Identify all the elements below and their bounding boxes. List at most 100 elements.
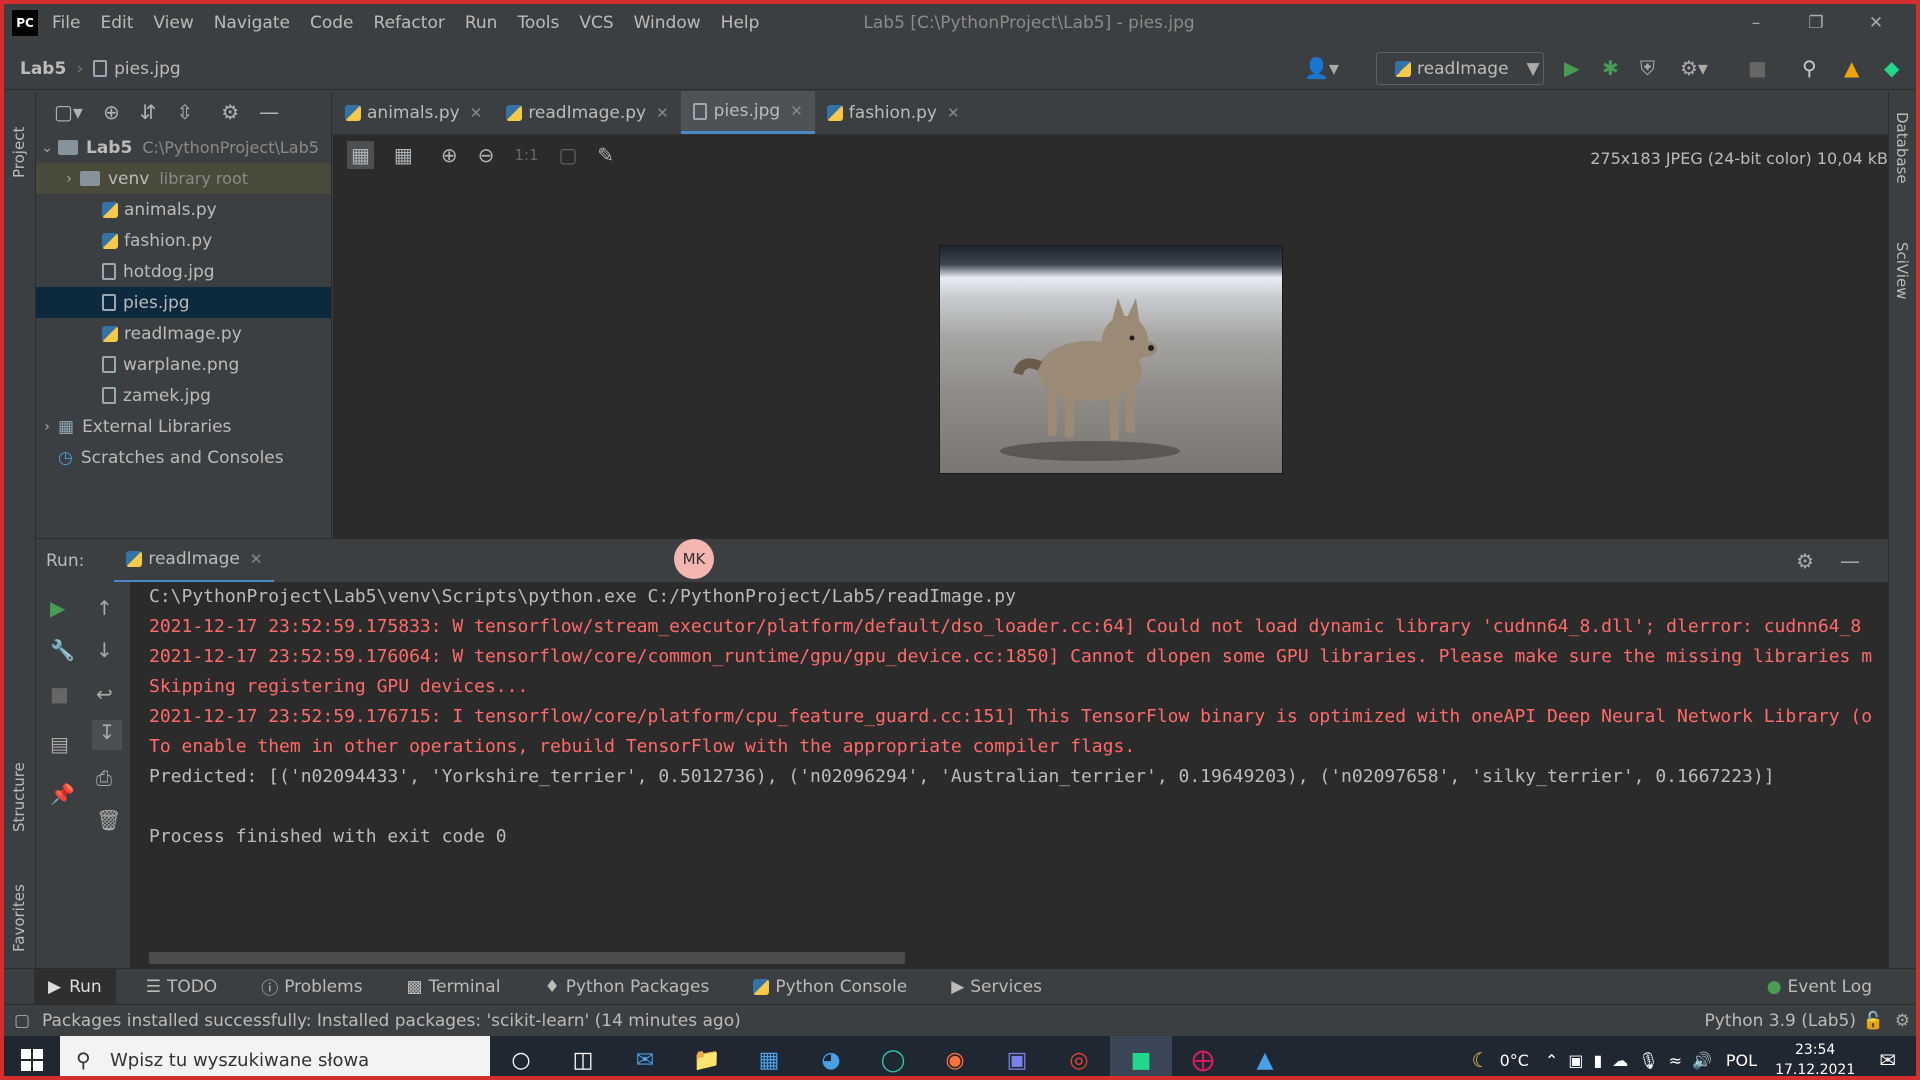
rerun-icon[interactable]: ▶ xyxy=(50,596,65,620)
breadcrumb-project[interactable]: Lab5 xyxy=(20,59,66,79)
interpreter-selector[interactable]: Python 3.9 (Lab5) xyxy=(1704,1011,1856,1031)
gear-icon[interactable]: ⚙ xyxy=(221,100,239,124)
menu-help[interactable]: Help xyxy=(721,13,760,33)
menu-window[interactable]: Window xyxy=(634,13,701,33)
cortana-icon[interactable]: ○ xyxy=(490,1036,552,1076)
collapse-all-icon[interactable]: ⇳ xyxy=(176,100,193,124)
task-view-icon[interactable]: ◫ xyxy=(552,1036,614,1076)
menu-run[interactable]: Run xyxy=(465,13,498,33)
wrench-icon[interactable]: 🔧 xyxy=(50,638,75,662)
run-configuration-select[interactable]: readImage ▼ xyxy=(1376,52,1544,85)
fit-zoom-icon[interactable]: ▢ xyxy=(558,143,577,167)
tree-file-warplane[interactable]: warplane.png xyxy=(36,349,331,380)
tree-file-readimage[interactable]: readImage.py xyxy=(36,318,331,349)
chevron-up-icon[interactable]: ⌃ xyxy=(1545,1051,1558,1070)
close-tab-icon[interactable]: ✕ xyxy=(790,102,803,120)
tab-fashion[interactable]: fashion.py ✕ xyxy=(815,91,972,134)
tab-services[interactable]: ▶ Services xyxy=(937,969,1056,1005)
tab-python-packages[interactable]: ♦ Python Packages xyxy=(530,969,723,1005)
temperature[interactable]: 0°C xyxy=(1500,1051,1529,1070)
pycharm-taskbar-icon[interactable]: ■ xyxy=(1110,1036,1172,1076)
menu-navigate[interactable]: Navigate xyxy=(214,13,290,33)
database-tool-button[interactable]: Database xyxy=(1893,112,1911,184)
trash-icon[interactable]: 🗑 xyxy=(96,808,121,832)
taskbar-search-input[interactable]: ⚲ Wpisz tu wyszukiwane słowa xyxy=(60,1036,490,1076)
tab-todo[interactable]: ☰ TODO xyxy=(132,969,232,1005)
clock[interactable]: 23:54 17.12.2021 xyxy=(1775,1040,1855,1076)
edge-icon[interactable]: ◯ xyxy=(862,1036,924,1076)
zoom-in-icon[interactable]: ⊕ xyxy=(441,143,458,167)
close-tab-icon[interactable]: ✕ xyxy=(947,104,960,122)
panel-toggle-icon[interactable]: ▢ xyxy=(14,1011,30,1031)
sciview-tool-button[interactable]: SciView xyxy=(1893,242,1911,300)
arrow-up-icon[interactable]: ↑ xyxy=(96,596,113,620)
structure-tool-button[interactable]: Structure xyxy=(10,732,28,832)
breadcrumb-file[interactable]: pies.jpg xyxy=(114,59,181,79)
teams-icon[interactable]: ▣ xyxy=(986,1036,1048,1076)
minimize-icon[interactable]: – xyxy=(1726,13,1786,33)
close-icon[interactable]: ✕ xyxy=(1846,13,1906,33)
tab-animals[interactable]: animals.py ✕ xyxy=(333,91,494,134)
hide-panel-icon[interactable]: — xyxy=(259,100,279,124)
debug-icon[interactable]: ✱ xyxy=(1602,56,1619,80)
locate-icon[interactable]: ⊕ xyxy=(103,100,120,124)
user-icon[interactable]: 👤▾ xyxy=(1304,56,1339,80)
run-tab-readimage[interactable]: readImage ✕ xyxy=(114,539,275,583)
microphone-icon[interactable]: 🎙 xyxy=(1638,1051,1658,1070)
device-icon[interactable]: ▣ xyxy=(1568,1051,1583,1070)
tree-venv[interactable]: › venv library root xyxy=(36,163,331,194)
tree-external-libraries[interactable]: › ▦ External Libraries xyxy=(36,411,331,442)
update-icon[interactable]: ▲ xyxy=(1844,56,1859,80)
photos-icon[interactable]: ▲ xyxy=(1234,1036,1296,1076)
tree-scratches[interactable]: ◷ Scratches and Consoles xyxy=(36,442,331,473)
chevron-down-icon[interactable]: ⌄ xyxy=(36,140,58,156)
print-icon[interactable]: ⎙ xyxy=(96,766,112,790)
expand-all-icon[interactable]: ⇵ xyxy=(140,100,157,124)
windows-start-icon[interactable] xyxy=(4,1036,60,1076)
chevron-right-icon[interactable]: › xyxy=(58,171,80,187)
zoom-out-icon[interactable]: ⊖ xyxy=(478,143,495,167)
search-icon[interactable]: ⚲ xyxy=(1802,56,1817,80)
close-tab-icon[interactable]: ✕ xyxy=(250,550,263,568)
tab-pies-active[interactable]: pies.jpg ✕ xyxy=(680,91,815,134)
actual-size-icon[interactable]: 1:1 xyxy=(514,146,538,164)
view-mode-icon[interactable]: ▢▾ xyxy=(54,100,83,124)
memory-icon[interactable]: ⚙ xyxy=(1895,1011,1910,1031)
tab-python-console[interactable]: Python Console xyxy=(739,969,921,1005)
gear-icon[interactable]: ⚙ xyxy=(1796,549,1814,573)
coverage-icon[interactable]: ⛨ xyxy=(1640,56,1655,80)
tree-file-hotdog[interactable]: hotdog.jpg xyxy=(36,256,331,287)
battery-icon[interactable]: ▮ xyxy=(1593,1051,1602,1070)
chevron-right-icon[interactable]: › xyxy=(36,419,58,435)
pin-icon[interactable]: 📌 xyxy=(50,782,75,806)
close-tab-icon[interactable]: ✕ xyxy=(470,104,483,122)
tree-file-fashion[interactable]: fashion.py xyxy=(36,225,331,256)
restore-icon[interactable]: ❐ xyxy=(1786,13,1846,33)
tab-readimage[interactable]: readImage.py ✕ xyxy=(494,91,680,134)
firefox-icon[interactable]: ◉ xyxy=(924,1036,986,1076)
tab-event-log[interactable]: ● Event Log xyxy=(1753,969,1886,1005)
tree-file-zamek[interactable]: zamek.jpg xyxy=(36,380,331,411)
stop-icon[interactable]: ■ xyxy=(1748,56,1767,80)
file-explorer-icon[interactable]: 📁 xyxy=(676,1036,738,1076)
tab-terminal[interactable]: ▩ Terminal xyxy=(393,969,515,1005)
cloud-icon[interactable]: ☁ xyxy=(1612,1051,1628,1070)
layout-icon[interactable]: ▤ xyxy=(50,732,69,756)
tab-run[interactable]: ▶ Run xyxy=(34,968,116,1005)
menu-refactor[interactable]: Refactor xyxy=(374,13,445,33)
run-console[interactable]: C:\PythonProject\Lab5\venv\Scripts\pytho… xyxy=(130,582,1888,968)
menu-file[interactable]: File xyxy=(52,13,80,33)
project-tool-button[interactable]: Project xyxy=(10,98,28,178)
lock-icon[interactable]: 🔓 xyxy=(1863,1011,1884,1031)
chrome-icon[interactable]: ◎ xyxy=(1048,1036,1110,1076)
volume-icon[interactable]: 🔊 xyxy=(1692,1051,1712,1070)
scroll-to-end-icon[interactable]: ↧ xyxy=(92,720,122,750)
menu-view[interactable]: View xyxy=(153,13,193,33)
menu-vcs[interactable]: VCS xyxy=(579,13,613,33)
tree-root[interactable]: ⌄ Lab5 C:\PythonProject\Lab5 xyxy=(36,132,331,163)
soft-wrap-icon[interactable]: ↩ xyxy=(96,682,113,706)
compass-icon[interactable]: ◕ xyxy=(800,1036,862,1076)
stop-icon[interactable]: ■ xyxy=(50,682,69,706)
hide-panel-icon[interactable]: — xyxy=(1840,549,1860,573)
weather-moon-icon[interactable]: ☾ xyxy=(1472,1048,1490,1072)
